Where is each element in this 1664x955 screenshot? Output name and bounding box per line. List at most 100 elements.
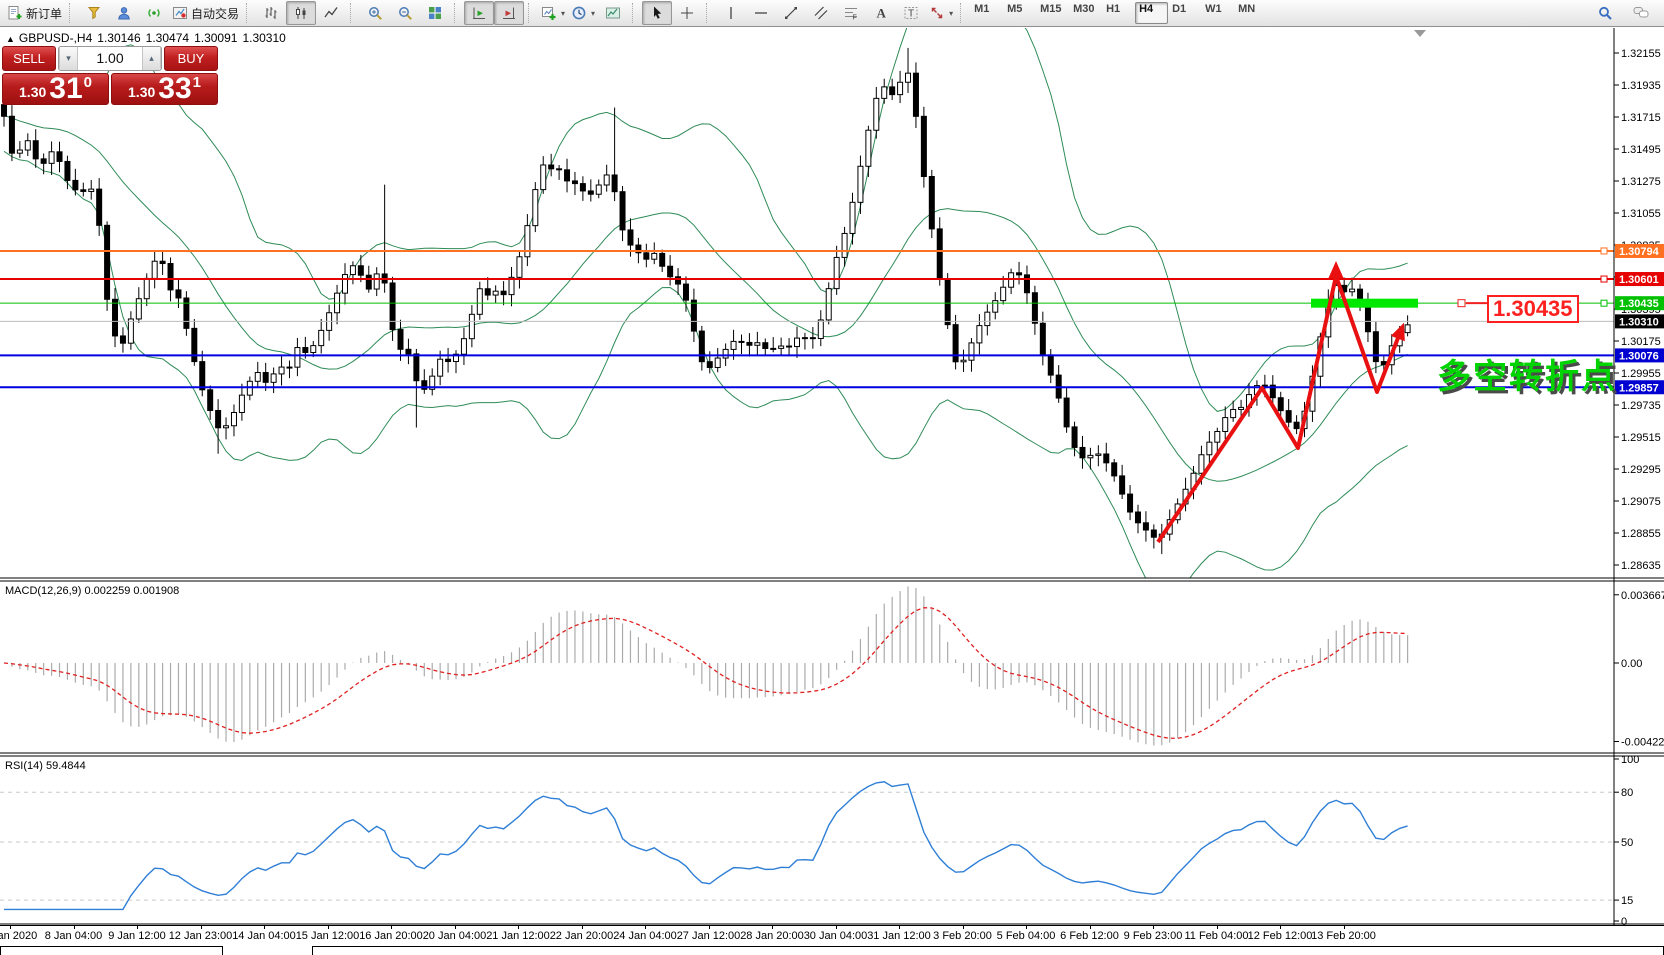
time-tick-label: 5 Feb 04:00	[997, 930, 1056, 942]
toolbar-separator	[632, 3, 639, 23]
text-tool-button[interactable]: A	[866, 1, 896, 25]
axis-tick-label: 1.29735	[1621, 400, 1661, 412]
time-tick	[455, 926, 456, 929]
profiles-button[interactable]	[109, 1, 139, 25]
bars-chart-button[interactable]	[256, 1, 286, 25]
arrowhead-icon	[1329, 261, 1344, 278]
vertical-line-tool-button[interactable]	[716, 1, 746, 25]
hline-anchor[interactable]	[1601, 300, 1607, 306]
time-tick	[582, 926, 583, 929]
annotation-note[interactable]: 多空转折点	[1437, 349, 1617, 398]
axis-tick-label: 1.28635	[1621, 560, 1661, 572]
hline-anchor[interactable]	[1601, 276, 1607, 282]
chart-tab[interactable]	[312, 946, 1664, 955]
price-tag-label: 1.30310	[1619, 316, 1659, 328]
profiles-icon	[116, 5, 132, 21]
collapse-panel-toggle[interactable]: ▲	[6, 34, 15, 44]
time-tick-label: 6 Jan 2020	[0, 930, 37, 942]
time-tick-label: 9 Jan 12:00	[108, 930, 166, 942]
price-tag-label: 1.30601	[1619, 274, 1659, 286]
timeframe-m30-button[interactable]: M30	[1069, 2, 1102, 24]
time-tick-label: 28 Jan 20:00	[740, 930, 804, 942]
chart-tab[interactable]	[0, 946, 223, 955]
time-tick-label: 14 Jan 04:00	[232, 930, 296, 942]
chart-shift-button[interactable]	[494, 1, 524, 25]
search-icon[interactable]	[1590, 1, 1620, 25]
chat-icon	[1633, 5, 1649, 21]
zoom-out-button[interactable]	[390, 1, 420, 25]
volume-decrease-button[interactable]: ▾	[59, 47, 78, 70]
new-order-icon	[7, 5, 23, 21]
signals-icon	[146, 5, 162, 21]
new-chart-button[interactable]: ▾	[538, 1, 568, 25]
auto-scroll-button[interactable]	[464, 1, 494, 25]
timeframe-m15-button[interactable]: M15	[1036, 2, 1069, 24]
sell-price-big: 31	[49, 75, 82, 103]
ohlc-open: 1.30146	[97, 31, 140, 45]
time-axis[interactable]: 6 Jan 20208 Jan 04:009 Jan 12:0012 Jan 2…	[0, 925, 1664, 946]
sell-button[interactable]: SELL	[2, 46, 56, 71]
time-tick-label: 21 Jan 12:00	[486, 930, 550, 942]
label-icon: T	[903, 5, 919, 21]
toolbar-separator	[528, 3, 535, 23]
fibonacci-tool-button[interactable]: F	[836, 1, 866, 25]
autotrading-button[interactable]: 自动交易	[169, 1, 242, 25]
toolbar-separator	[350, 3, 357, 23]
equidistant-channel-tool-button[interactable]	[806, 1, 836, 25]
chat-icon[interactable]	[1626, 1, 1656, 25]
text-icon: A	[873, 5, 889, 21]
arrows-tool-button[interactable]: ▾	[926, 1, 956, 25]
chart-tab-strip[interactable]	[0, 946, 1664, 955]
timeframe-m1-button[interactable]: M1	[970, 2, 1003, 24]
ohlc-close: 1.30310	[242, 31, 285, 45]
ohlc-low: 1.30091	[194, 31, 237, 45]
hline-anchor[interactable]	[1601, 248, 1607, 254]
styler-button[interactable]	[79, 1, 109, 25]
candles-chart-button[interactable]	[286, 1, 316, 25]
main-pane[interactable]	[0, 28, 1614, 601]
price-chart[interactable]: 1.321551.319351.317151.314951.312751.310…	[0, 28, 1664, 925]
buy-button[interactable]: BUY	[164, 46, 218, 71]
timeframe-w1-button[interactable]: W1	[1201, 2, 1234, 24]
axis-tick-label: 0.003667	[1621, 590, 1664, 602]
time-tick-label: 30 Jan 04:00	[804, 930, 868, 942]
text-label-tool-button[interactable]: T	[896, 1, 926, 25]
search-icon	[1597, 5, 1613, 21]
timeframe-h4-button[interactable]: H4	[1135, 2, 1168, 24]
template-icon	[605, 5, 621, 21]
highlight-bar[interactable]	[1311, 299, 1418, 308]
toolbar-separator	[454, 3, 461, 23]
autotrading-button-label: 自动交易	[191, 5, 239, 22]
crosshair-tool-button[interactable]	[672, 1, 702, 25]
line-chart-button[interactable]	[316, 1, 346, 25]
indicator-panes[interactable]	[0, 586, 1614, 909]
buy-price-big: 33	[158, 75, 191, 103]
new-order-button[interactable]: 新订单	[4, 1, 65, 25]
price-callout-label[interactable]: 1.30435	[1487, 295, 1579, 323]
timeframe-m5-button[interactable]: M5	[1003, 2, 1036, 24]
price-tag-label: 1.30435	[1619, 298, 1659, 310]
axis-tick-label: 1.29075	[1621, 496, 1661, 508]
horizontal-line-tool-button[interactable]	[746, 1, 776, 25]
timeframe-d1-button[interactable]: D1	[1168, 2, 1201, 24]
zoom-in-button[interactable]	[360, 1, 390, 25]
time-tick	[1153, 926, 1154, 929]
price-tag-label: 1.30076	[1619, 350, 1659, 362]
sell-price[interactable]: 1.30310	[2, 73, 109, 105]
volume-increase-button[interactable]: ▴	[142, 47, 161, 70]
chart-shift-marker[interactable]	[1414, 30, 1426, 37]
cursor-tool-button[interactable]	[642, 1, 672, 25]
tile-windows-button[interactable]	[420, 1, 450, 25]
hline-icon	[753, 5, 769, 21]
periods-button[interactable]: ▾	[568, 1, 598, 25]
buy-price[interactable]: 1.30331	[111, 73, 218, 105]
trendline-tool-button[interactable]	[776, 1, 806, 25]
trading-platform-window: 新订单自动交易▾▾FAT▾M1M5M15M30H1H4D1W1MN 1.3215…	[0, 0, 1664, 955]
timeframe-h1-button[interactable]: H1	[1102, 2, 1135, 24]
timeframe-mn-button[interactable]: MN	[1234, 2, 1267, 24]
buy-price-small: 1.30	[128, 81, 155, 103]
templates-button[interactable]	[598, 1, 628, 25]
chart-symbol-timeframe: GBPUSD-,H4	[19, 31, 92, 45]
time-tick-label: 27 Jan 12:00	[677, 930, 741, 942]
signals-button[interactable]	[139, 1, 169, 25]
